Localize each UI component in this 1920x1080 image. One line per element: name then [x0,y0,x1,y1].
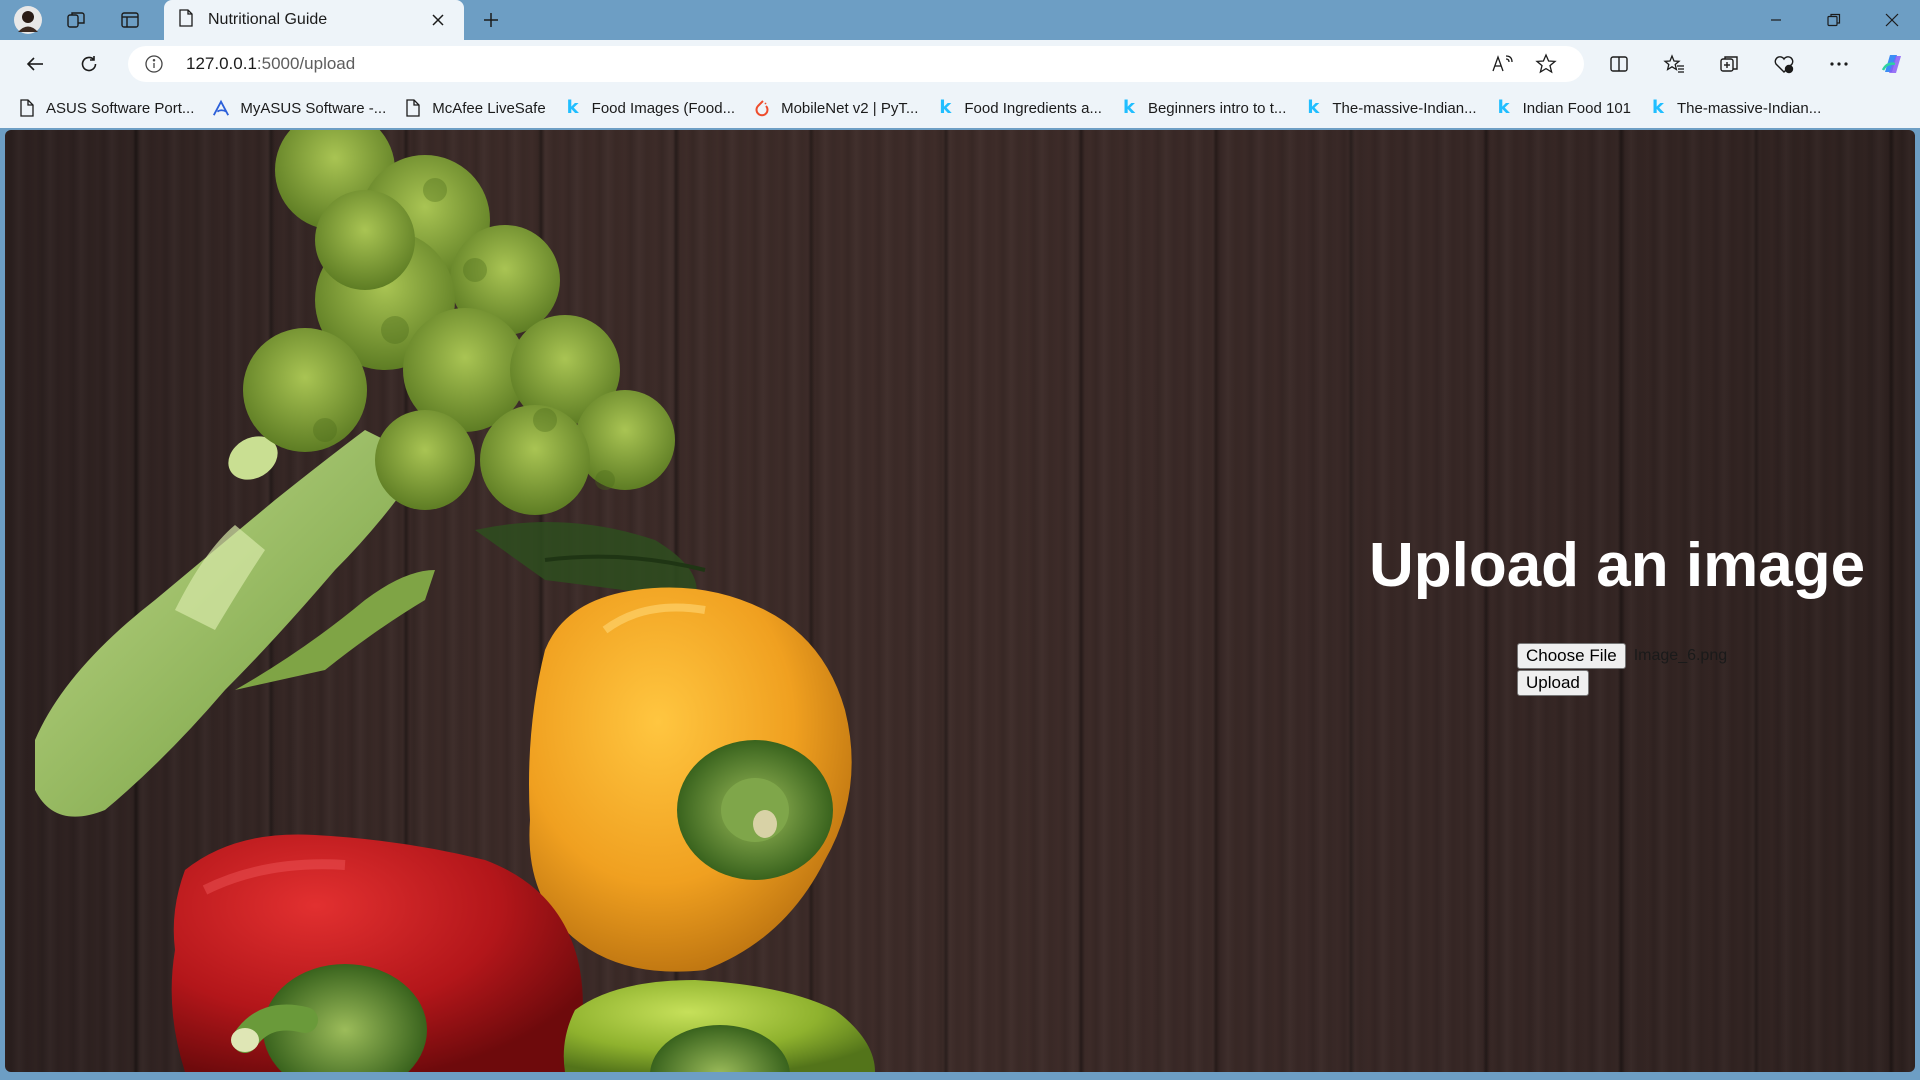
bookmark-label: Indian Food 101 [1522,99,1632,117]
kaggle-icon: k [1497,97,1510,118]
vertical-tabs-icon[interactable] [110,4,150,36]
address-bar[interactable]: 127.0.0.1:5000/upload [128,46,1584,82]
bookmark-item[interactable]: ASUS Software Port... [18,93,204,123]
bookmark-label: Food Images (Food... [591,99,736,117]
browser-toolbar: 127.0.0.1:5000/upload [0,40,1920,88]
page-title: Upload an image [1368,531,1866,600]
bookmark-item[interactable]: MobileNet v2 | PyT... [753,93,928,123]
bookmark-label: MobileNet v2 | PyT... [781,99,919,117]
new-tab-button[interactable] [474,4,508,36]
kaggle-icon: k [566,97,579,118]
bookmark-label: ASUS Software Port... [46,99,195,117]
page-icon [18,99,36,117]
refresh-button[interactable] [70,46,108,82]
url-host: 127.0.0.1 [186,54,257,73]
bookmark-item[interactable]: k Food Ingredients a... [936,93,1112,123]
workspaces-icon[interactable] [56,4,96,36]
bookmark-item[interactable]: k Beginners intro to t... [1120,93,1296,123]
kaggle-icon: k [1122,97,1135,118]
upload-panel: Upload an image Choose File Image_6.png … [1357,530,1877,696]
bookmark-item[interactable]: k Food Images (Food... [564,93,745,123]
url-text[interactable]: 127.0.0.1:5000/upload [186,46,355,82]
kaggle-icon: k [1652,97,1664,118]
choose-file-button[interactable]: Choose File [1517,643,1626,669]
bookmark-item[interactable]: k The-massive-Indian... [1649,93,1831,123]
copilot-icon[interactable] [1874,46,1912,82]
bookmark-label: The-massive-Indian... [1677,99,1822,117]
tab-title: Nutritional Guide [208,11,328,28]
favorite-star-icon[interactable] [1533,52,1559,76]
site-info-icon[interactable] [144,54,164,74]
profile-avatar[interactable] [8,4,48,36]
vegetables-background-image [35,130,875,1072]
kaggle-icon: k [939,97,952,118]
kaggle-icon: k [1307,97,1320,118]
bookmark-label: Beginners intro to t... [1147,99,1287,117]
bookmark-item[interactable]: McAfee LiveSafe [404,93,555,123]
bookmark-item[interactable]: MyASUS Software -... [212,93,396,123]
page-icon [404,99,422,117]
favorites-icon[interactable] [1655,46,1693,82]
page-viewport: Upload an image Choose File Image_6.png … [5,130,1915,1072]
read-aloud-icon[interactable] [1489,52,1515,76]
bookmark-label: McAfee LiveSafe [432,99,546,117]
browser-essentials-icon[interactable] [1765,46,1803,82]
close-window-button[interactable] [1864,0,1920,40]
back-button[interactable] [16,46,54,82]
restore-button[interactable] [1806,0,1862,40]
upload-form: Choose File Image_6.png Upload [1517,642,1877,696]
file-input[interactable]: Choose File Image_6.png [1517,642,1877,670]
tab-nutritional-guide[interactable]: Nutritional Guide [164,0,464,40]
bookmark-label: The-massive-Indian... [1332,99,1477,117]
url-path: :5000/upload [256,54,356,73]
collections-icon[interactable] [1710,46,1748,82]
selected-file-name: Image_6.png [1633,647,1728,664]
bookmark-label: Food Ingredients a... [964,99,1102,117]
split-screen-icon[interactable] [1600,46,1638,82]
bookmark-item[interactable]: k The-massive-Indian... [1304,93,1486,123]
upload-button[interactable]: Upload [1517,670,1589,696]
bookmarks-bar: ASUS Software Port... MyASUS Software -.… [0,88,1920,128]
bookmark-label: MyASUS Software -... [240,99,387,117]
pytorch-icon [753,99,771,117]
minimize-button[interactable] [1748,0,1804,40]
page-icon [178,8,194,32]
asus-icon [212,99,230,117]
bookmark-item[interactable]: k Indian Food 101 [1495,93,1641,123]
more-options-icon[interactable] [1820,46,1858,82]
tab-strip: Nutritional Guide [0,0,1920,40]
close-tab-icon[interactable] [426,8,450,32]
